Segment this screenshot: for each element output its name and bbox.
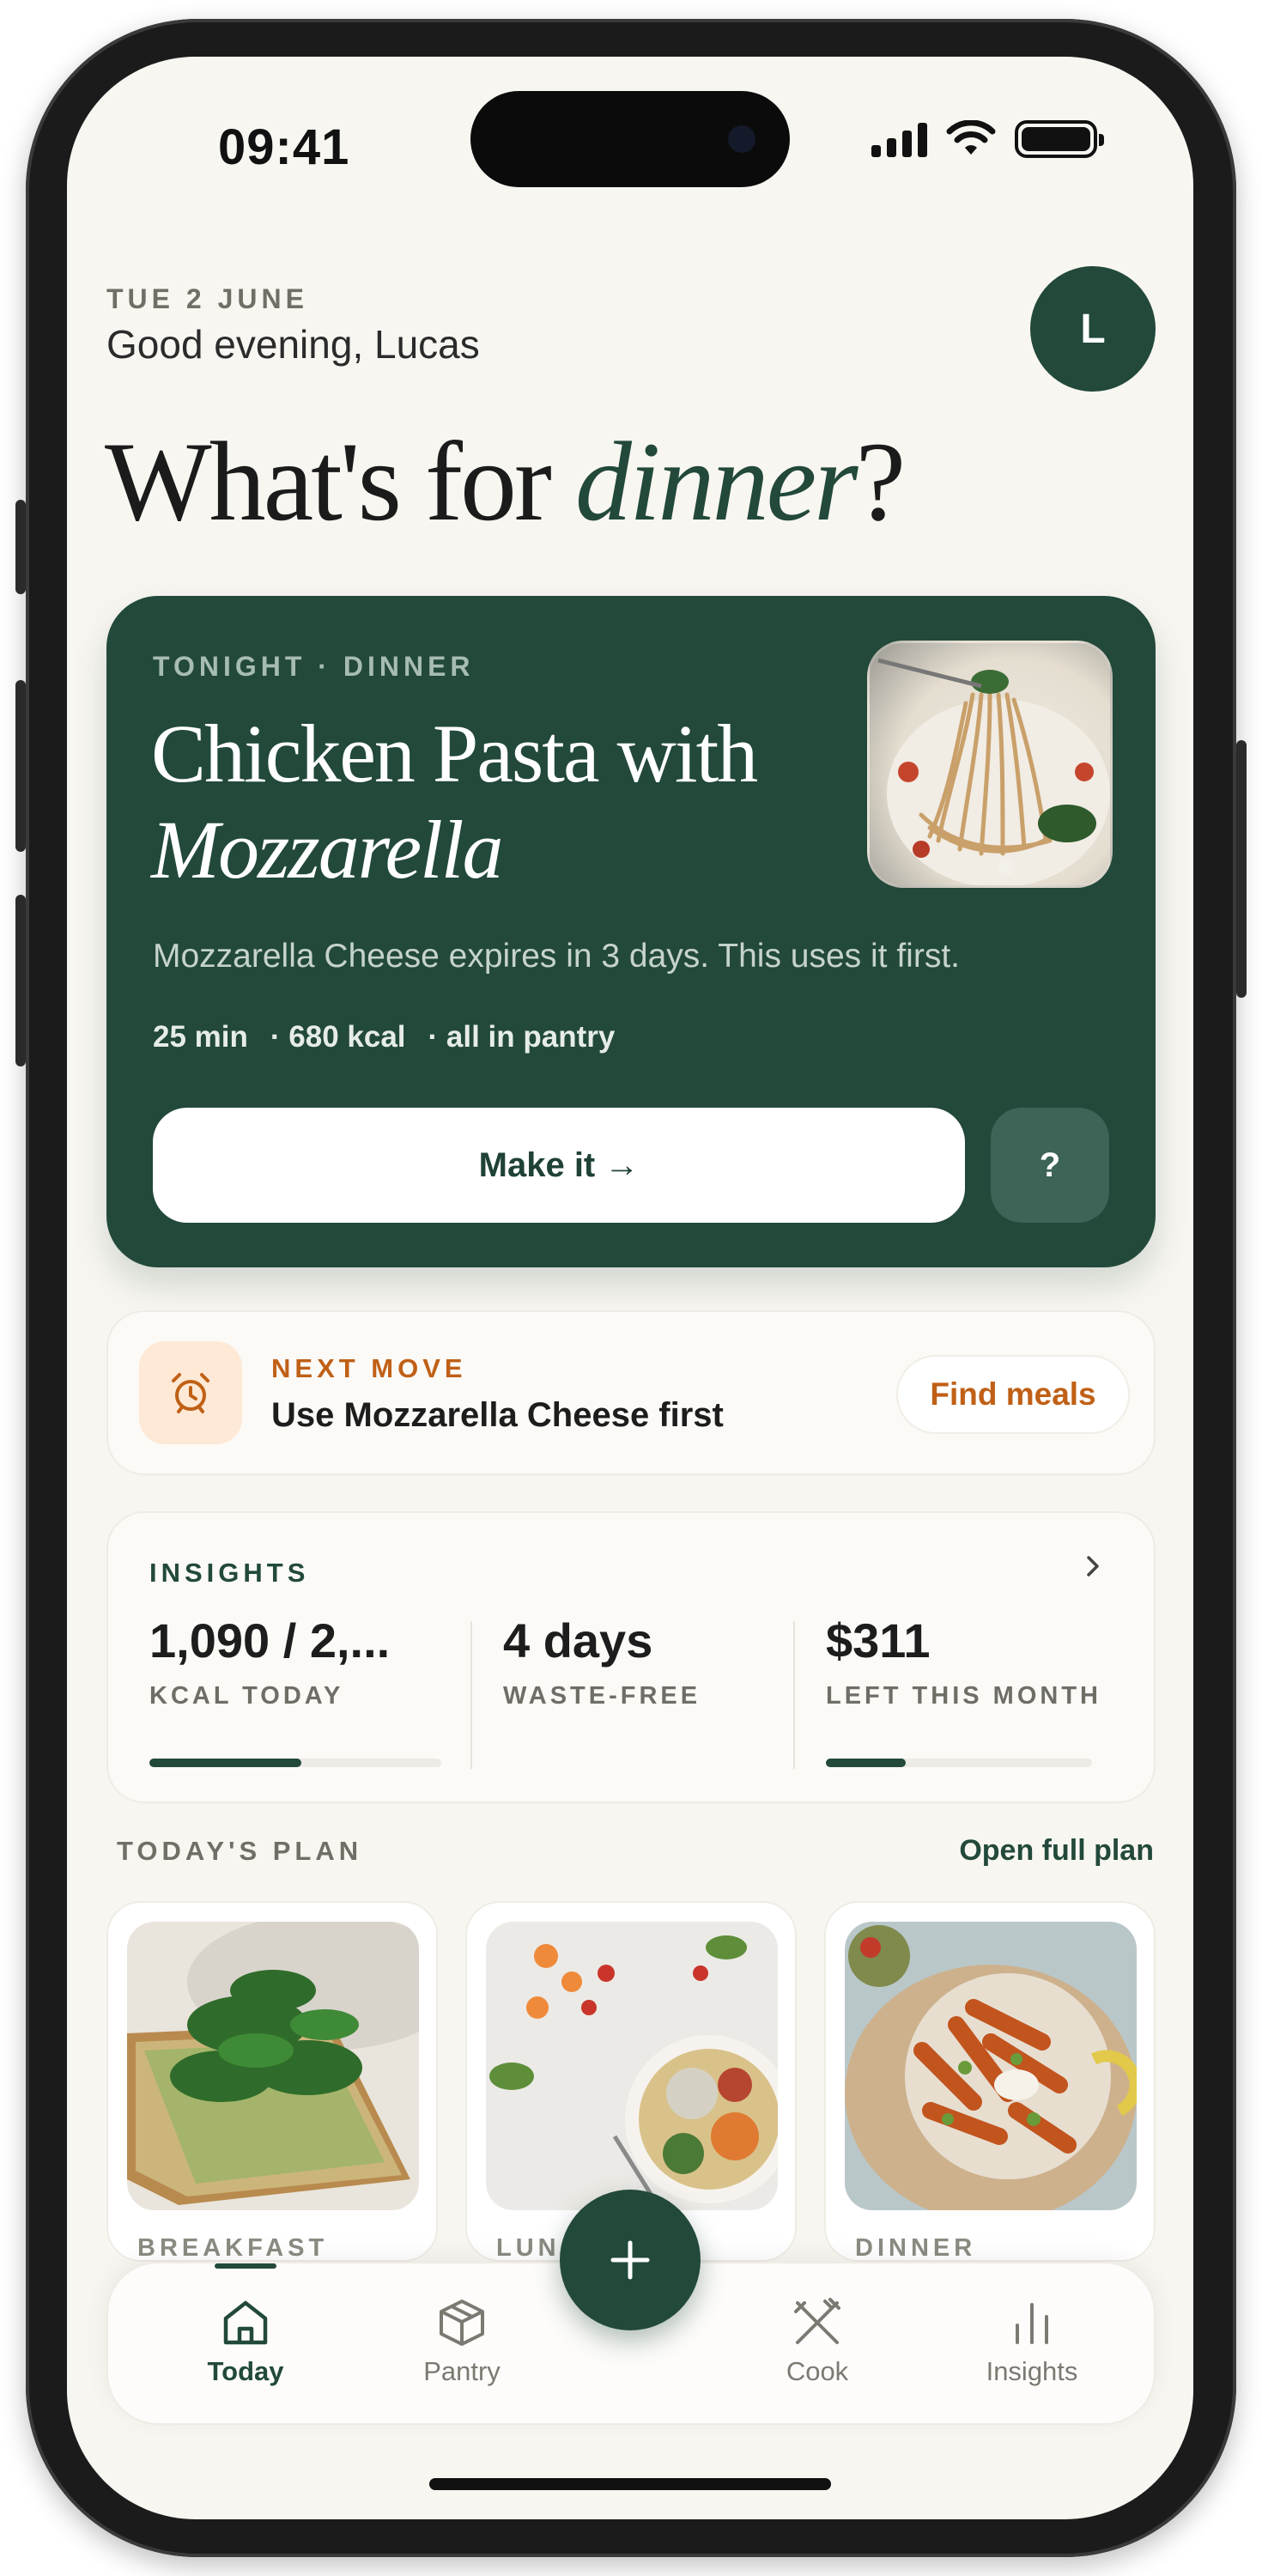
tab-label: Insights <box>986 2356 1078 2386</box>
plan-section-title: TODAY'S PLAN <box>117 1836 363 1866</box>
stat-kcal: 1,090 / 2,... KCAL TODAY <box>149 1613 458 1710</box>
app-screen: 09:41 TUE 2 JUNE Good evening, Lucas L W… <box>67 57 1193 2519</box>
avatar[interactable]: L <box>1030 266 1156 392</box>
recipe-title: Chicken Pasta with Mozzarella <box>151 706 804 898</box>
volume-down-button <box>15 895 26 1066</box>
page-title: What's for dinner? <box>105 416 907 547</box>
dynamic-island <box>470 91 790 187</box>
chevron-right-icon[interactable] <box>1080 1549 1106 1583</box>
plus-icon <box>610 2240 650 2280</box>
sweet-potato-plate-photo <box>845 1922 1137 2210</box>
insights-title: INSIGHTS <box>149 1558 310 1588</box>
volume-up-button <box>15 680 26 852</box>
next-move-text: Use Mozzarella Cheese first <box>271 1396 724 1434</box>
tab-today[interactable]: Today <box>160 2263 331 2427</box>
recipe-description: Mozzarella Cheese expires in 3 days. Thi… <box>153 938 960 975</box>
tab-label: Pantry <box>423 2356 501 2386</box>
stat-budget-label: LEFT THIS MONTH <box>826 1682 1101 1710</box>
salad-bowl-photo <box>486 1922 778 2210</box>
box-icon <box>440 2300 484 2346</box>
tab-insights[interactable]: Insights <box>946 2263 1118 2427</box>
kcal-progress-fill <box>149 1759 301 1767</box>
wifi-icon <box>946 120 996 155</box>
recipe-title-line1: Chicken Pasta with <box>151 708 758 799</box>
tab-label: Cook <box>786 2356 849 2386</box>
meal-label-breakfast: BREAKFAST <box>137 2234 329 2262</box>
tab-label: Today <box>207 2356 284 2386</box>
stat-divider <box>470 1621 472 1769</box>
pasta-photo <box>867 641 1113 888</box>
recipe-title-line2: Mozzarella <box>151 804 503 896</box>
alarm-clock-icon <box>139 1341 242 1444</box>
next-move-card: NEXT MOVE Use Mozzarella Cheese first Fi… <box>106 1310 1156 1475</box>
stat-waste-free: 4 days WASTE-FREE <box>503 1613 812 1710</box>
headline-suffix: ? <box>855 418 907 544</box>
status-icons <box>871 120 1104 158</box>
help-button[interactable]: ? <box>991 1108 1109 1223</box>
recipe-calories: · 680 kcal <box>270 1020 406 1054</box>
recipe-time: 25 min <box>153 1020 248 1054</box>
date-label: TUE 2 JUNE <box>106 283 308 314</box>
tab-cook[interactable]: Cook <box>731 2263 903 2427</box>
recipe-pantry-status: · all in pantry <box>428 1020 616 1054</box>
home-indicator[interactable] <box>429 2478 831 2490</box>
stat-waste-free-label: WASTE-FREE <box>503 1682 701 1710</box>
stat-divider <box>793 1621 795 1769</box>
utensils-icon <box>794 2298 840 2344</box>
stat-waste-free-value: 4 days <box>503 1613 653 1668</box>
budget-progress-bar <box>826 1759 1092 1767</box>
make-it-button[interactable]: Make it → <box>153 1108 965 1223</box>
stat-kcal-value: 1,090 / 2,... <box>149 1613 391 1668</box>
active-tab-indicator <box>215 2263 276 2269</box>
tonight-recipe-card[interactable]: TONIGHT · DINNER Chicken Pasta with Mozz… <box>106 596 1156 1267</box>
status-time: 09:41 <box>218 119 350 175</box>
headline-prefix: What's for <box>105 418 575 544</box>
meal-card-breakfast[interactable]: BREAKFAST <box>106 1901 438 2262</box>
tab-pantry[interactable]: Pantry <box>376 2263 548 2427</box>
power-button <box>1236 740 1247 998</box>
kcal-progress-bar <box>149 1759 441 1767</box>
headline-emphasis: dinner <box>574 418 859 544</box>
avocado-toast-photo <box>127 1922 419 2210</box>
cellular-signal-icon <box>871 121 927 157</box>
open-full-plan-link[interactable]: Open full plan <box>959 1834 1154 1868</box>
battery-icon <box>1015 120 1104 158</box>
insights-card[interactable]: INSIGHTS 1,090 / 2,... KCAL TODAY 4 days… <box>106 1511 1156 1803</box>
stat-budget-value: $311 <box>826 1613 931 1668</box>
greeting: Good evening, Lucas <box>106 322 480 367</box>
home-icon <box>223 2300 268 2345</box>
bar-chart-icon <box>1016 2303 1048 2344</box>
recipe-meta: 25 min · 680 kcal · all in pantry <box>153 1020 615 1054</box>
add-button[interactable] <box>560 2190 701 2330</box>
stat-kcal-label: KCAL TODAY <box>149 1682 344 1710</box>
stat-budget: $311 LEFT THIS MONTH <box>826 1613 1135 1710</box>
budget-progress-fill <box>826 1759 906 1767</box>
action-button <box>15 500 26 594</box>
meal-card-dinner[interactable]: DINNER <box>824 1901 1156 2262</box>
next-move-kicker: NEXT MOVE <box>271 1353 467 1383</box>
hero-kicker: TONIGHT · DINNER <box>153 651 475 682</box>
meal-label-dinner: DINNER <box>855 2234 977 2262</box>
find-meals-button[interactable]: Find meals <box>896 1355 1130 1434</box>
